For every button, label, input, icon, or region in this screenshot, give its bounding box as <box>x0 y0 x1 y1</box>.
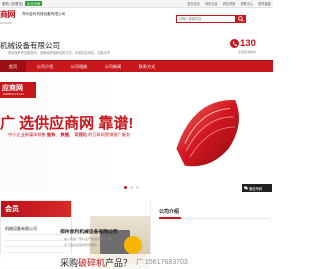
top-link-home[interactable]: 首页信息 <box>187 1 200 6</box>
banner-sub-highlight-2: 数据 <box>60 132 70 137</box>
phone-block: 130 <box>230 38 256 49</box>
banner-subline: 中小企业新媒体销售 服务、 数据、 可视化 的互联网营销推广服务 <box>8 132 131 137</box>
company-name-small: 郑州金利机械设备有限公司 <box>22 12 66 16</box>
top-link-service[interactable]: 联系客服 <box>258 1 271 6</box>
ticker-suffix: 产品？ <box>105 258 133 268</box>
banner-sub-highlight-3: 可视化 <box>74 132 87 137</box>
carousel-dot[interactable] <box>130 186 133 189</box>
top-link-nav[interactable]: 网站导航 <box>223 1 236 6</box>
phone-icon <box>230 39 239 48</box>
top-bar: 更新: [查看信] 企业空间 首页信息 商机信息 网站导航 帮助中心 联系客服 <box>0 0 273 8</box>
carousel-dots <box>124 186 139 189</box>
update-link[interactable]: 更新: [查看信] <box>2 1 23 6</box>
enterprise-badge[interactable]: 企业空间 <box>24 1 43 6</box>
wechat-label: 微信号码 <box>249 186 263 191</box>
phone-number[interactable]: 130 <box>240 38 256 49</box>
ticker-text: 采购破碎机产品？ <box>60 256 132 269</box>
carousel-dot[interactable] <box>124 186 127 189</box>
machine-wheel <box>124 236 142 254</box>
top-link-help[interactable]: 帮助中心 <box>241 1 254 6</box>
banner-ribbon-graphic <box>176 100 239 167</box>
ticker-product: 破碎机 <box>78 258 106 268</box>
member-panel-header: 会员 <box>1 201 71 217</box>
banner-sub-suffix: 的互联网营销推广服务 <box>88 132 131 137</box>
phone-label: 全国咨询热线 <box>238 50 257 54</box>
search-input[interactable] <box>177 16 235 22</box>
bottom-ticker[interactable]: 采购破碎机产品？ 广 15617683703 <box>0 254 273 269</box>
about-title[interactable]: 公司介绍 <box>159 208 179 215</box>
about-divider-accent <box>159 217 181 219</box>
logo-row: 商网 GYS.CN 郑州金利机械设备有限公司 <box>0 8 273 30</box>
photo-company-name: 郑州金利机械设备有限公司 <box>60 230 118 235</box>
ticker-prefix: 采购 <box>60 258 79 268</box>
search-button[interactable] <box>236 15 246 23</box>
carousel-dot[interactable] <box>136 186 139 189</box>
search-icon <box>238 16 244 22</box>
banner-headline-suffix: 靠谱! <box>98 115 134 132</box>
top-link-business[interactable]: 商机信息 <box>205 1 218 6</box>
logo-text: 商网 <box>0 10 16 19</box>
photo-description-2: 为工程建设提供优质服务 <box>64 243 98 247</box>
banner-sub-highlight-1: 服务 <box>46 132 56 137</box>
photo-description-1: 本公司是一家以生产机械设备为主的 <box>64 237 113 241</box>
ticker-phone: 广 15617683703 <box>136 259 188 266</box>
hero-banner[interactable]: 应商网 WWW.GYS.CN 广 选供应商网 靠谱! 中小企业新媒体销售 服务、… <box>0 72 273 192</box>
logo-domain: GYS.CN <box>0 21 12 25</box>
banner-logo: 应商网 WWW.GYS.CN <box>0 82 36 98</box>
wechat-icon <box>244 186 248 190</box>
top-bar-right: 首页信息 商机信息 网站导航 帮助中心 联系客服 <box>187 1 271 6</box>
banner-sub-prefix: 中小企业新媒体销售 <box>8 132 46 137</box>
main-nav: 首页 公司介绍 公司相册 公司新闻 联系方式 <box>0 60 273 73</box>
search-box <box>176 15 236 23</box>
site-logo[interactable]: 商网 GYS.CN <box>0 9 22 27</box>
banner-headline: 广 选供应商网 靠谱! <box>0 112 133 133</box>
banner-logo-domain: WWW.GYS.CN <box>3 92 24 96</box>
member-company-name[interactable]: 机械设备有限公司 <box>5 226 37 232</box>
banner-headline-prefix: 广 选供应商网 <box>0 115 95 132</box>
company-subtitle: 维修保养专业服务商，设备维修保养经验丰富，本着精益求精，共赢未来 <box>8 51 110 55</box>
member-panel-title: 会员 <box>5 206 19 213</box>
wechat-button[interactable]: 微信号码 <box>242 184 272 192</box>
top-bar-left: 更新: [查看信] 企业空间 <box>2 1 43 6</box>
